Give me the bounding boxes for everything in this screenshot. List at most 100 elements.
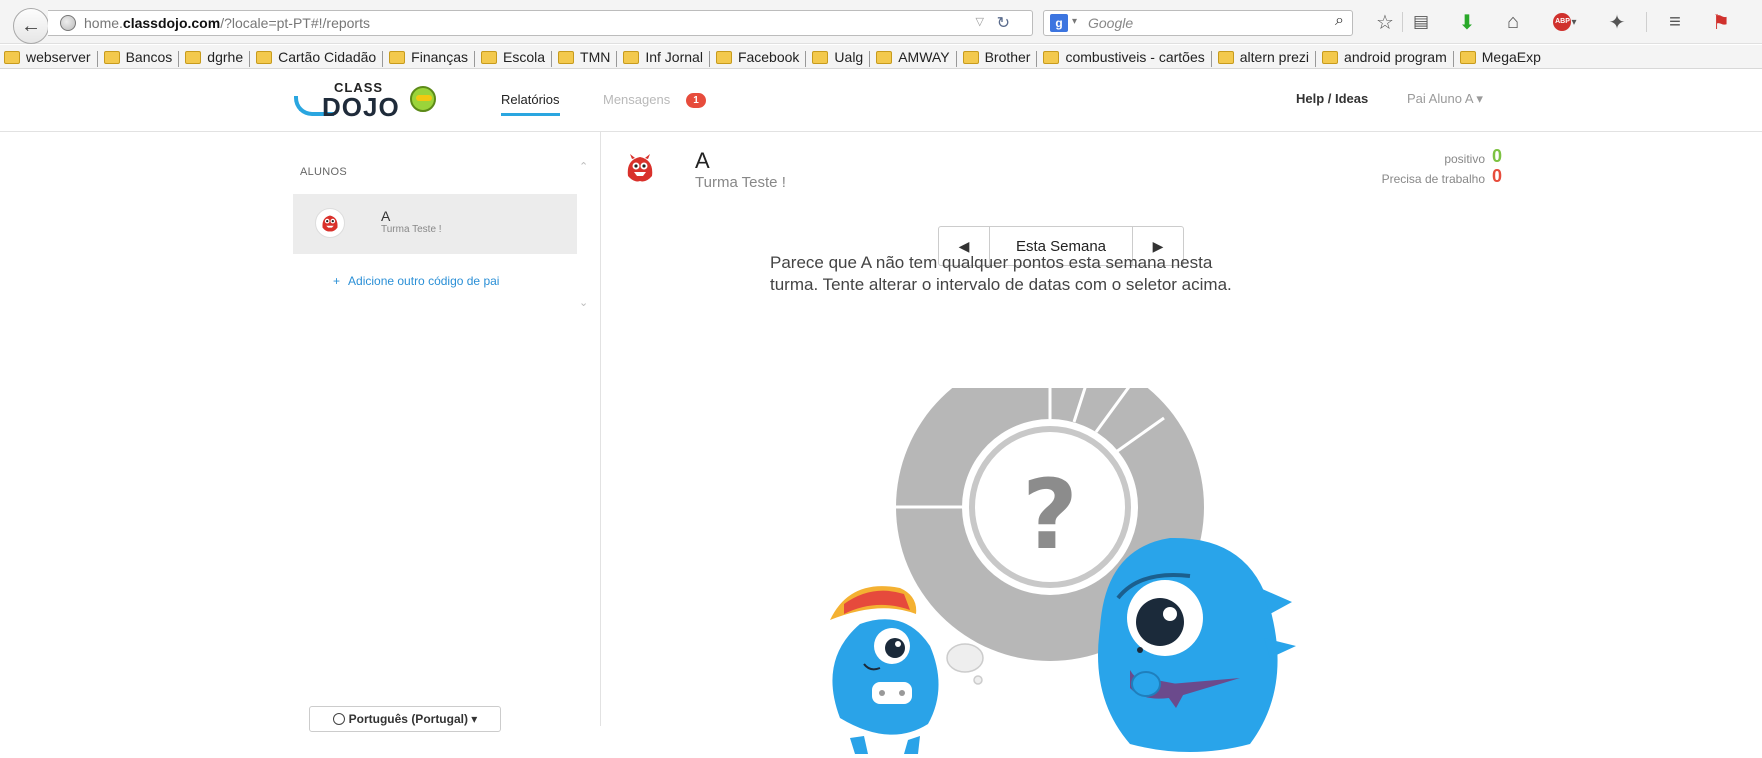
bookmark-separator: [616, 51, 618, 68]
bookmark-label: MegaExp: [1481, 49, 1541, 65]
bookmark-item[interactable]: Finanças: [385, 45, 474, 68]
reload-icon[interactable]: ↻: [997, 13, 1010, 33]
bookmark-label: Bancos: [125, 49, 173, 65]
bookmark-separator: [551, 51, 553, 68]
bookmark-separator: [382, 51, 384, 68]
home-icon[interactable]: ⌂: [1500, 10, 1526, 34]
globe-icon: [60, 15, 76, 31]
bookmark-separator: [805, 51, 807, 68]
language-label: Português (Portugal) ▾: [348, 712, 478, 726]
globe-icon: [332, 713, 345, 725]
bookmark-separator: [178, 51, 180, 68]
positive-count: 0: [1492, 146, 1503, 166]
folder-icon: [4, 50, 20, 64]
bookmark-label: Finanças: [411, 49, 468, 65]
folder-icon: [558, 50, 575, 64]
student-list-item[interactable]: A Turma Teste !: [293, 194, 577, 254]
toolbar-separator: [1646, 12, 1647, 32]
scroll-down-icon[interactable]: ⌄: [579, 296, 588, 309]
bookmark-label: altern prezi: [1239, 49, 1310, 65]
folder-icon: [389, 50, 406, 64]
bookmark-item[interactable]: Ualg: [808, 45, 869, 68]
bookmark-item[interactable]: Brother: [959, 45, 1037, 68]
bookmark-item[interactable]: Escola: [477, 45, 551, 68]
folder-icon: [185, 50, 202, 64]
bookmark-separator: [1036, 51, 1038, 68]
logo-mascot-icon: [410, 86, 436, 112]
bookmark-label: combustiveis - cartões: [1065, 49, 1205, 65]
folder-icon: [715, 50, 732, 64]
add-parent-code-label: Adicione outro código de pai: [348, 274, 500, 288]
bookmark-item[interactable]: combustiveis - cartões: [1039, 45, 1210, 68]
url-history-dropdown-icon[interactable]: ▽: [976, 15, 984, 28]
help-link[interactable]: Help / Ideas: [1296, 91, 1368, 106]
search-magnifier-icon[interactable]: ⌕: [1335, 12, 1344, 30]
reading-list-icon[interactable]: ▤: [1408, 10, 1434, 34]
language-selector[interactable]: Português (Portugal) ▾: [309, 706, 501, 732]
bookmark-label: Facebook: [737, 49, 800, 65]
bookmark-separator: [955, 51, 957, 68]
report-student-name: A: [695, 148, 710, 173]
student-name: A: [381, 208, 391, 224]
nav-messages[interactable]: Mensagens: [603, 92, 670, 107]
scroll-up-icon[interactable]: ⌃: [579, 160, 588, 173]
kaspersky-icon[interactable]: ⚑: [1708, 10, 1734, 34]
adblock-icon[interactable]: ABP ▾: [1548, 10, 1582, 34]
plus-icon: +: [333, 274, 341, 288]
bookmark-item[interactable]: Inf Jornal: [619, 45, 709, 68]
bookmark-separator: [249, 51, 251, 68]
bookmark-item[interactable]: altern prezi: [1214, 45, 1315, 68]
folder-icon: [1459, 50, 1476, 64]
bookmark-label: TMN: [580, 49, 611, 65]
addons-icon[interactable]: ✦: [1604, 10, 1630, 34]
bookmark-item[interactable]: MegaExp: [1456, 45, 1547, 68]
student-monster-avatar-icon: [627, 154, 653, 182]
empty-state-line-1: Parece que A não tem qualquer pontos est…: [770, 253, 1213, 272]
bookmark-star-icon[interactable]: ☆: [1372, 10, 1398, 34]
download-icon[interactable]: ⬇: [1454, 10, 1480, 34]
positive-label: positivo: [1444, 152, 1485, 166]
bookmark-item[interactable]: AMWAY: [872, 45, 955, 68]
bookmark-item[interactable]: android program: [1318, 45, 1453, 68]
bookmark-separator: [473, 51, 475, 68]
bookmark-label: Escola: [502, 49, 546, 65]
empty-state-message: Parece que A não tem qualquer pontos est…: [770, 252, 1360, 296]
bookmark-separator: [708, 51, 710, 68]
back-arrow-icon[interactable]: ←: [13, 8, 49, 44]
report-student-class: Turma Teste !: [695, 174, 786, 191]
folder-icon: [623, 50, 640, 64]
bookmark-item[interactable]: TMN: [554, 45, 616, 68]
menu-icon[interactable]: ≡: [1662, 10, 1688, 34]
empty-report-illustration: ?: [830, 388, 1296, 754]
bookmark-item[interactable]: webserver: [0, 45, 97, 68]
bookmark-label: Ualg: [834, 49, 864, 65]
student-class: Turma Teste !: [381, 224, 442, 235]
url-bar[interactable]: home.classdojo.com/?locale=pt-PT#!/repor…: [48, 10, 1033, 36]
bookmark-item[interactable]: Facebook: [712, 45, 805, 68]
bookmark-separator: [869, 51, 871, 68]
folder-icon: [876, 50, 893, 64]
student-monster-avatar-icon: [315, 208, 345, 238]
chevron-down-icon[interactable]: ▾: [1072, 16, 1077, 27]
bookmarks-bar: webserver Bancos dgrhe Cartão Cidadão Finanç…: [0, 45, 1762, 69]
user-menu[interactable]: Pai Aluno A ▾: [1407, 91, 1483, 107]
folder-icon: [256, 50, 273, 64]
empty-state-line-2: turma. Tente alterar o intervalo de data…: [770, 275, 1232, 294]
browser-toolbar: ← home.classdojo.com/?locale=pt-PT#!/rep…: [0, 0, 1762, 44]
thought-bubble-icon: [946, 643, 984, 685]
bookmark-label: AMWAY: [898, 49, 950, 65]
bookmark-separator: [96, 51, 98, 68]
classdojo-logo[interactable]: CLASS DOJO: [294, 80, 444, 122]
search-engine-icon[interactable]: g: [1050, 14, 1068, 32]
folder-icon: [962, 50, 979, 64]
bookmark-separator: [1315, 51, 1317, 68]
bookmark-item[interactable]: Bancos: [100, 45, 179, 68]
sidebar-divider: [600, 132, 601, 726]
sidebar-heading: ALUNOS: [300, 166, 348, 178]
bookmark-item[interactable]: Cartão Cidadão: [252, 45, 382, 68]
search-bar[interactable]: g ▾ Google ⌕: [1043, 10, 1353, 36]
nav-reports[interactable]: Relatórios: [501, 92, 560, 116]
bookmark-item[interactable]: dgrhe: [181, 45, 249, 68]
needs-work-label: Precisa de trabalho: [1381, 172, 1485, 186]
add-parent-code-link[interactable]: + Adicione outro código de pai: [333, 274, 499, 288]
